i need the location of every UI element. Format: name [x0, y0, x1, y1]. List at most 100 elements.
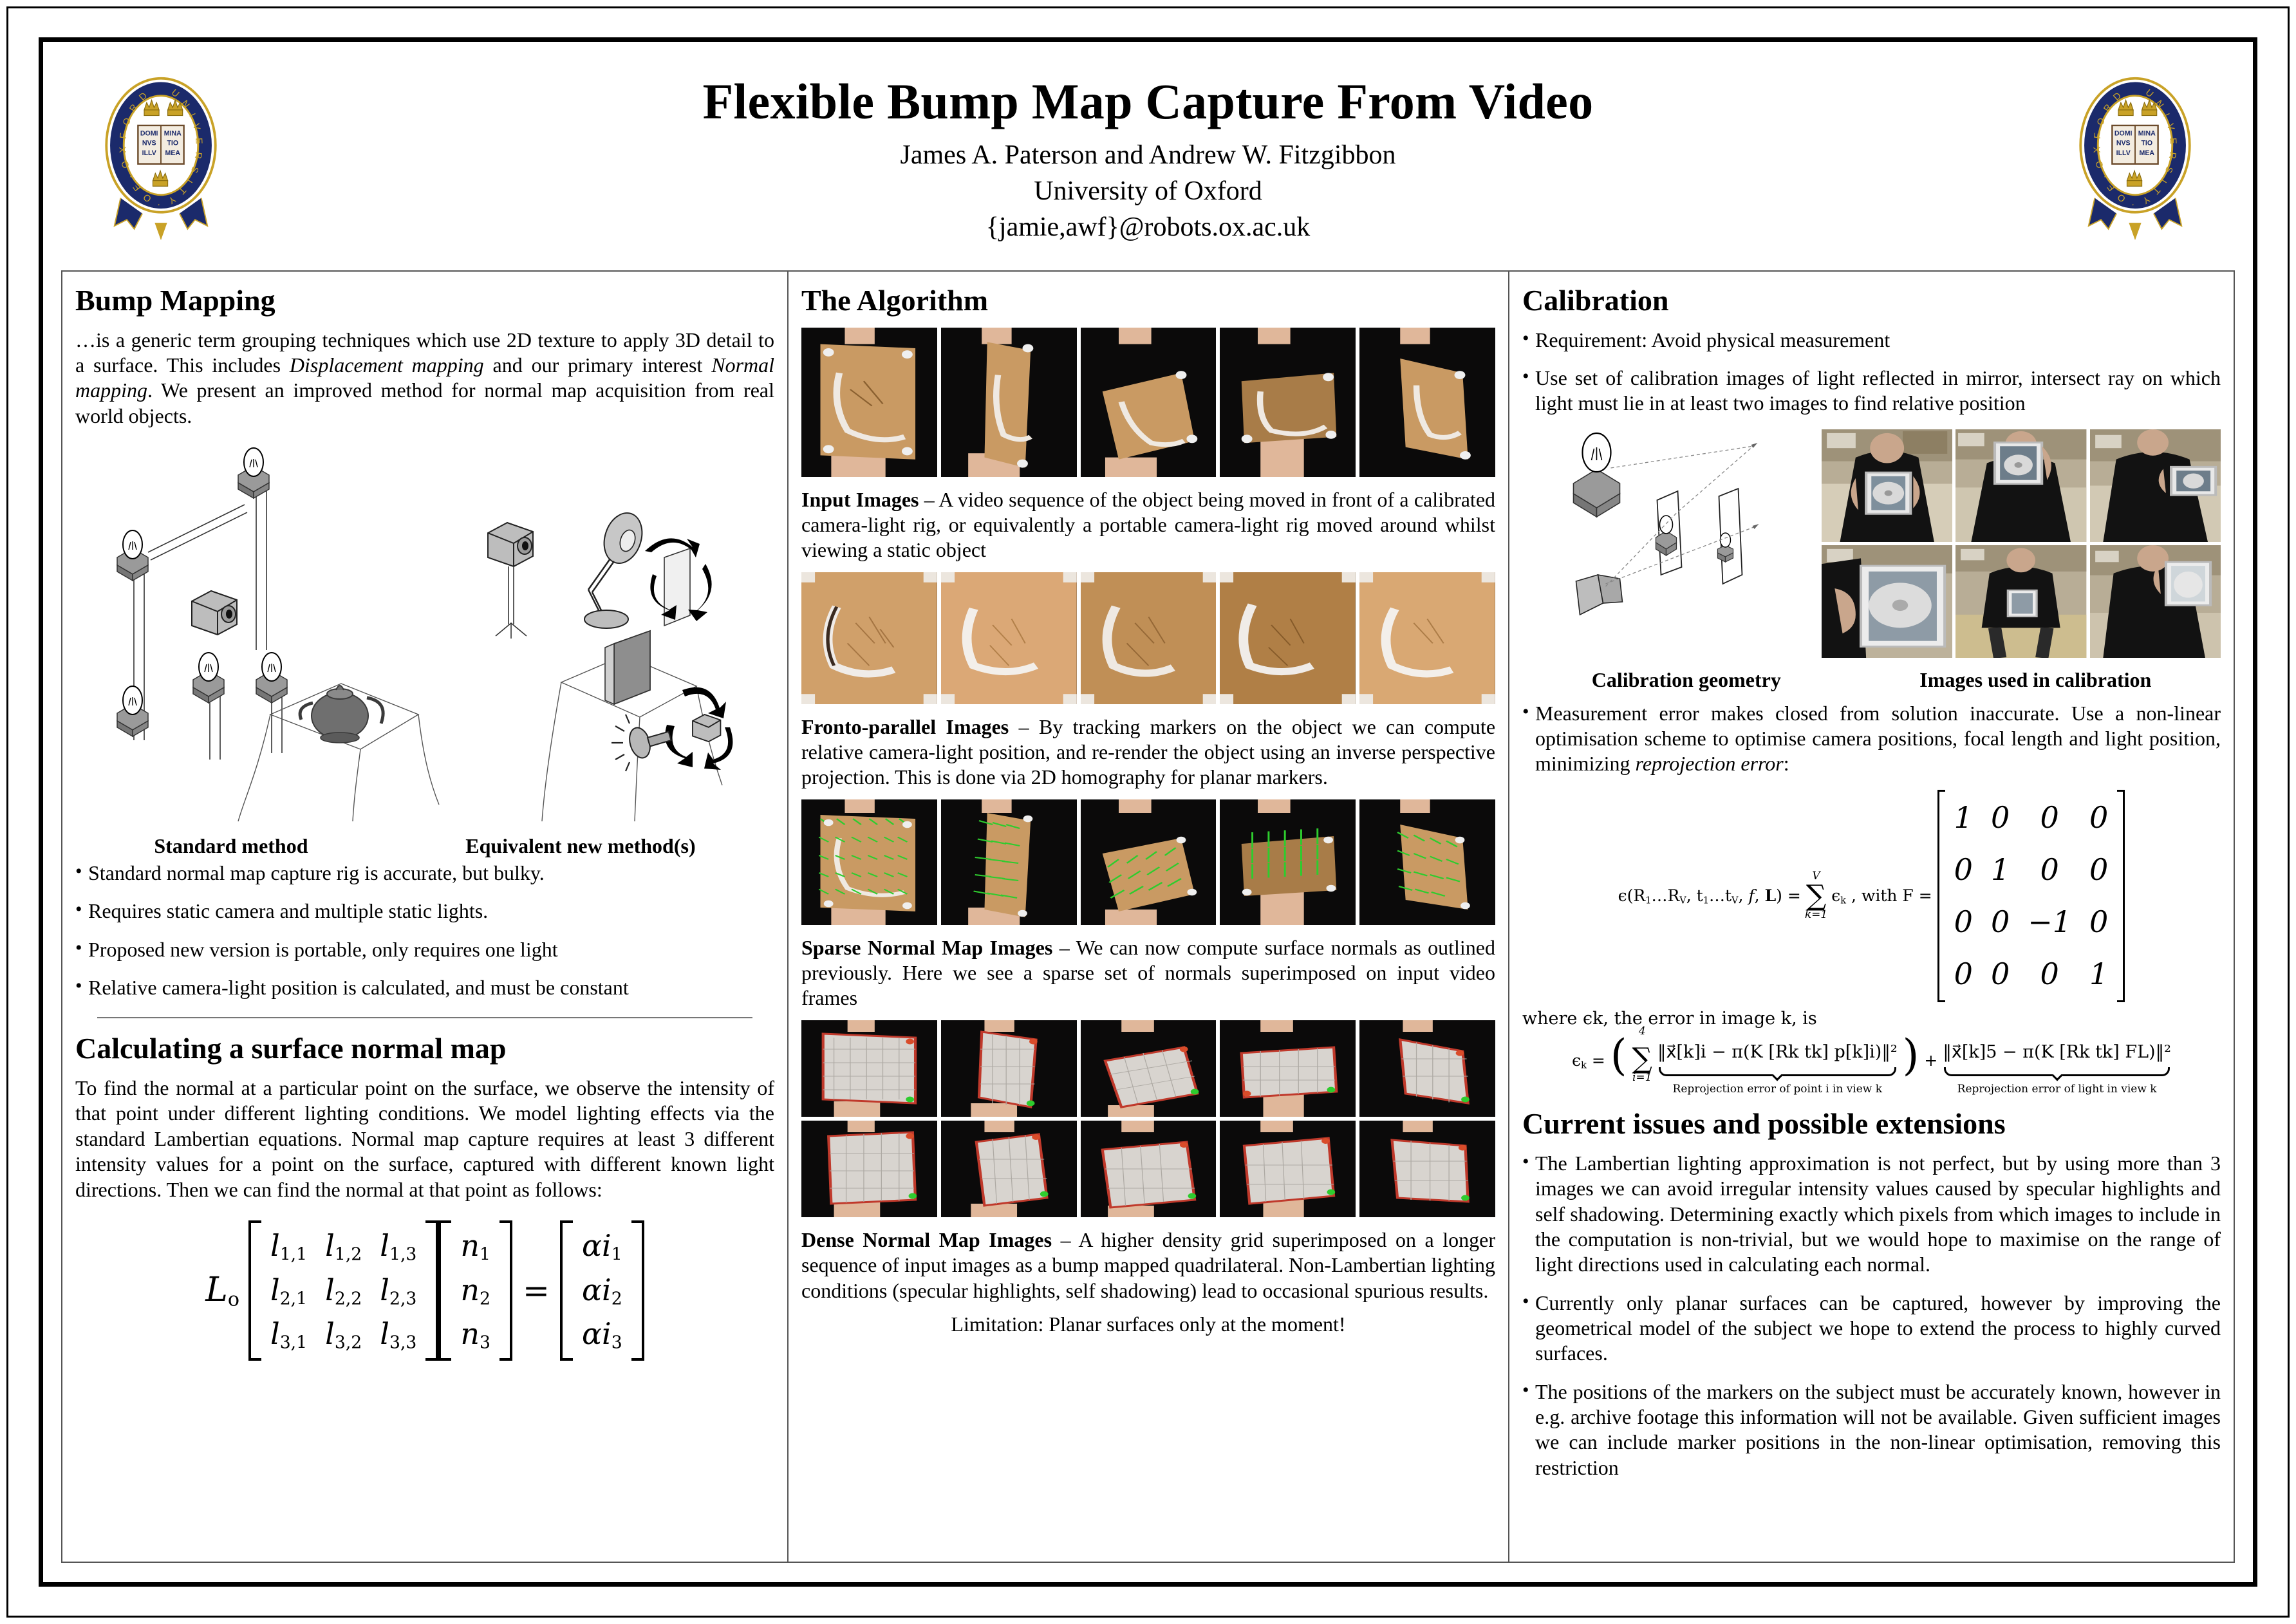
- oxford-crest-right-icon: DOMI MINA NVS TIO ILLV MEA U N I V E R S I …: [2055, 74, 2216, 241]
- calibration-photo-1: [1821, 429, 1953, 542]
- eq2-term2: ‖x⃗[k]5 − π(K [Rk tk] FL)‖² Reprojection…: [1943, 1040, 2171, 1097]
- sparse-frame-3: [1080, 799, 1217, 925]
- dash-3: –: [1052, 935, 1076, 959]
- eq1-summation-icon: V ∑ k=1: [1804, 870, 1828, 921]
- list-item: Use set of calibration images of light r…: [1522, 365, 2221, 416]
- dense-caption: Dense Normal Map Images – A higher densi…: [801, 1227, 1495, 1303]
- equation-reprojection-total: ϵ(R1…RV, t1…tV, f, L) = V ∑ k=1 ϵk , wit…: [1522, 789, 2221, 1032]
- sparse-frame-1: [801, 799, 937, 925]
- intro-part3: . We present an improved method for norm…: [75, 378, 774, 427]
- fronto-frame-2: [940, 572, 1077, 704]
- equation-symbol-Lo: Lo: [205, 1270, 239, 1311]
- contact-email: {jamie,awf}@robots.ox.ac.uk: [985, 212, 1311, 242]
- figure-capture-methods: [75, 438, 774, 824]
- strip-dense-normal-row2: [801, 1120, 1495, 1217]
- poster-header: DOMI MINA NVS TIO ILLV MEA U N I V E R S I …: [61, 61, 2235, 254]
- bump-mapping-bullets: Standard normal map capture rig is accur…: [75, 860, 774, 1000]
- section-title-calibration: Calibration: [1522, 284, 1669, 317]
- fronto-caption: Fronto-parallel Images – By tracking mar…: [801, 714, 1495, 790]
- eq1-lhs: ϵ(R1…RV, t1…tV, f, L) =: [1618, 886, 1801, 906]
- equation-symbol-Lo-sub: o: [227, 1288, 239, 1311]
- equation-where-line: where ϵk, the error in image k, is: [1522, 1008, 1817, 1029]
- list-item: Requirement: Avoid physical measurement: [1522, 327, 2221, 353]
- eq1-sum-upper: V: [1812, 870, 1820, 883]
- dash-4: –: [1052, 1227, 1079, 1251]
- equals-sign: =: [523, 1271, 550, 1309]
- sparse-frame-2: [940, 799, 1077, 925]
- svg-text:ILLV: ILLV: [142, 149, 156, 157]
- sparse-label: Sparse Normal Map Images: [801, 935, 1053, 959]
- dense-frame-8: [1080, 1120, 1217, 1217]
- intro-italic-displacement: Displacement mapping: [289, 353, 484, 377]
- svg-text:MINA: MINA: [164, 129, 182, 137]
- calibration-bullets: Requirement: Avoid physical measurement …: [1522, 327, 2221, 416]
- normal-map-text: To find the normal at a particular point…: [75, 1076, 774, 1201]
- measurement-italic: reprojection error: [1635, 752, 1784, 776]
- section-title-algorithm: The Algorithm: [801, 284, 989, 317]
- calibration-photo-row2: [1821, 545, 2221, 658]
- input-frame-5: [1359, 327, 1495, 477]
- fronto-frame-3: [1080, 572, 1217, 704]
- divider: [97, 1017, 752, 1019]
- section-title-bump-mapping: Bump Mapping: [75, 284, 275, 317]
- title-block: Flexible Bump Map Capture From Video Jam…: [254, 61, 2042, 243]
- caption-new-method: Equivalent new method(s): [465, 834, 696, 858]
- caption-calibration-geometry: Calibration geometry: [1591, 667, 1781, 691]
- dense-frame-10: [1359, 1120, 1495, 1217]
- svg-text:MEA: MEA: [165, 149, 181, 157]
- calibration-photo-row1: [1821, 429, 2221, 542]
- input-frame-3: [1080, 327, 1217, 477]
- dash-2: –: [1009, 714, 1039, 738]
- svg-text:DOMI: DOMI: [2114, 129, 2133, 137]
- fronto-frame-4: [1220, 572, 1356, 704]
- input-images-caption: Input Images – A video sequence of the o…: [801, 487, 1495, 563]
- strip-sparse-normal: [801, 799, 1495, 925]
- eq1-sum-body: ϵk: [1831, 886, 1847, 906]
- eq2-plus: +: [1924, 1051, 1938, 1070]
- column-bump-mapping: Bump Mapping …is a generic term grouping…: [61, 270, 789, 1563]
- current-issues-bullets: The Lambertian lighting approximation is…: [1522, 1150, 2221, 1480]
- calibration-photo-3: [2089, 429, 2221, 542]
- matrix-F: 1000 0100 0 0 −1 0 0001: [1937, 789, 2125, 1002]
- strip-fronto-parallel: [801, 572, 1495, 704]
- eq2-summation-icon: 4 ∑ i=1: [1632, 1025, 1652, 1084]
- measurement-post: :: [1783, 752, 1789, 776]
- dash-1: –: [919, 487, 939, 511]
- figure-captions-row: Standard method Equivalent new method(s): [75, 828, 774, 861]
- list-item: Requires static camera and multiple stat…: [75, 898, 774, 924]
- bump-mapping-intro: …is a generic term grouping techniques w…: [75, 328, 774, 429]
- eq2-term1: ‖x⃗[k]i − π(K [Rk tk] p[k]i)‖² Reproject…: [1657, 1040, 1898, 1097]
- figure-calibration-geometry: [1522, 429, 1811, 622]
- vector-alpha-i: αi1 αi2 αi3: [559, 1220, 644, 1361]
- list-item: Proposed new version is portable, only r…: [75, 937, 774, 962]
- section-title-current-issues: Current issues and possible extensions: [1522, 1107, 2006, 1141]
- list-item: The positions of the markers on the subj…: [1522, 1379, 2221, 1480]
- fronto-label: Fronto-parallel Images: [801, 714, 1009, 738]
- input-frame-1: [801, 327, 937, 477]
- affiliation: University of Oxford: [1034, 176, 1262, 206]
- fronto-frame-1: [801, 572, 937, 704]
- underbrace-icon-1: [1658, 1067, 1896, 1076]
- dense-frame-1: [801, 1020, 937, 1117]
- matrix-L: l1,1 l1,2 l1,3 l2,1 l2,2 l2,3 l3,1 l3,2 l3,3: [248, 1220, 439, 1361]
- eq2-term1-expr: ‖x⃗[k]i − π(K [Rk tk] p[k]i)‖²: [1657, 1042, 1898, 1063]
- dense-frame-5: [1359, 1020, 1495, 1117]
- input-images-label: Input Images: [801, 487, 919, 511]
- dense-frame-3: [1080, 1020, 1217, 1117]
- calibration-photo-4: [1821, 545, 1953, 658]
- dense-frame-9: [1220, 1120, 1356, 1217]
- fronto-frame-5: [1359, 572, 1495, 704]
- poster-columns: Bump Mapping …is a generic term grouping…: [61, 270, 2235, 1563]
- caption-calibration-images: Images used in calibration: [1919, 667, 2152, 691]
- sparse-frame-5: [1359, 799, 1495, 925]
- vector-n: n1 n2 n3: [438, 1220, 512, 1361]
- poster-root: DOMI MINA NVS TIO ILLV MEA U N I V E R S I …: [0, 0, 2296, 1624]
- intro-part2: and our primary interest: [483, 353, 712, 377]
- sparse-frame-4: [1220, 799, 1356, 925]
- eq1-with-F: , with F =: [1851, 886, 1932, 905]
- limitation-note: Limitation: Planar surfaces only at the …: [951, 1312, 1346, 1336]
- eq1-sum-lower: k=1: [1804, 908, 1828, 921]
- dense-frame-4: [1220, 1020, 1356, 1117]
- sparse-caption: Sparse Normal Map Images – We can now co…: [801, 935, 1495, 1011]
- svg-text:DOMI: DOMI: [140, 129, 158, 137]
